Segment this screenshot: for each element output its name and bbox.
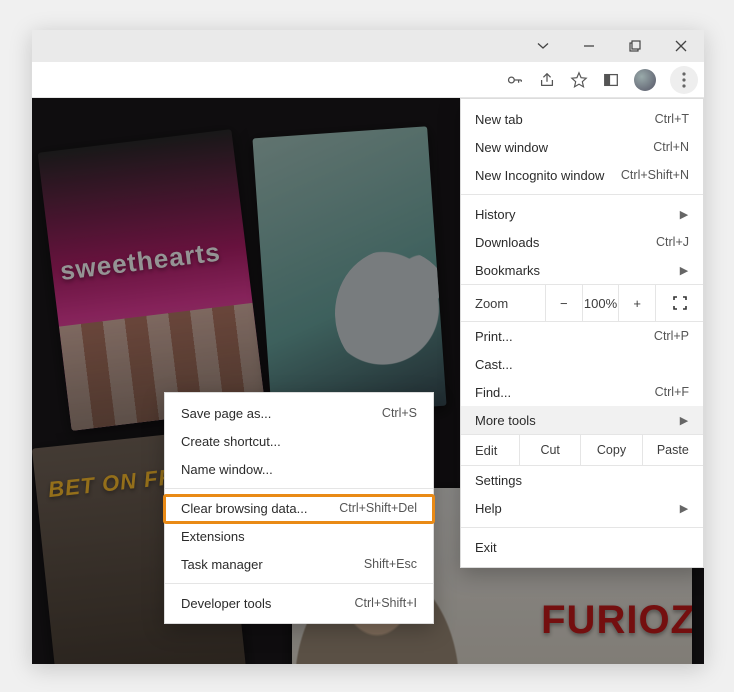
chevron-down-icon bbox=[537, 40, 549, 52]
menu-shortcut: Ctrl+T bbox=[655, 112, 689, 126]
submenu-arrow-icon: ▶ bbox=[679, 502, 689, 515]
fullscreen-button[interactable] bbox=[655, 285, 703, 321]
share-icon[interactable] bbox=[538, 71, 556, 89]
menu-cast[interactable]: Cast... bbox=[461, 350, 703, 378]
menu-zoom-row: Zoom − 100% + bbox=[461, 284, 703, 322]
submenu-clear-data[interactable]: Clear browsing data... Ctrl+Shift+Del bbox=[165, 494, 433, 522]
zoom-in-button[interactable]: + bbox=[618, 285, 655, 321]
menu-label: New tab bbox=[475, 112, 655, 127]
menu-print[interactable]: Print... Ctrl+P bbox=[461, 322, 703, 350]
close-button[interactable] bbox=[658, 30, 704, 62]
zoom-value: 100% bbox=[582, 285, 619, 321]
maximize-button[interactable] bbox=[612, 30, 658, 62]
edit-copy[interactable]: Copy bbox=[580, 435, 641, 465]
zoom-label: Zoom bbox=[461, 296, 545, 311]
key-icon[interactable] bbox=[506, 71, 524, 89]
minimize-icon bbox=[583, 40, 595, 52]
submenu-task-manager[interactable]: Task manager Shift+Esc bbox=[165, 550, 433, 578]
more-icon bbox=[682, 72, 686, 88]
more-tools-submenu: Save page as... Ctrl+S Create shortcut..… bbox=[164, 392, 434, 624]
menu-bookmarks[interactable]: Bookmarks ▶ bbox=[461, 256, 703, 284]
submenu-name-window[interactable]: Name window... bbox=[165, 455, 433, 483]
menu-exit[interactable]: Exit bbox=[461, 533, 703, 561]
menu-find[interactable]: Find... Ctrl+F bbox=[461, 378, 703, 406]
tab-search-button[interactable] bbox=[520, 30, 566, 62]
submenu-arrow-icon: ▶ bbox=[679, 414, 689, 427]
fullscreen-icon bbox=[673, 296, 687, 310]
menu-new-window[interactable]: New window Ctrl+N bbox=[461, 133, 703, 161]
titlebar bbox=[32, 30, 704, 62]
page-content: sweethearts BET ON FR FURIOZ New tab Ctr… bbox=[32, 98, 704, 664]
submenu-arrow-icon: ▶ bbox=[679, 208, 689, 221]
menu-edit-row: Edit Cut Copy Paste bbox=[461, 434, 703, 466]
maximize-icon bbox=[629, 40, 641, 52]
browser-window: sweethearts BET ON FR FURIOZ New tab Ctr… bbox=[32, 30, 704, 664]
edit-paste[interactable]: Paste bbox=[642, 435, 703, 465]
submenu-save-as[interactable]: Save page as... Ctrl+S bbox=[165, 399, 433, 427]
menu-new-tab[interactable]: New tab Ctrl+T bbox=[461, 105, 703, 133]
edit-cut[interactable]: Cut bbox=[519, 435, 580, 465]
star-icon[interactable] bbox=[570, 71, 588, 89]
menu-new-incognito[interactable]: New Incognito window Ctrl+Shift+N bbox=[461, 161, 703, 189]
edit-label: Edit bbox=[461, 443, 519, 458]
more-menu-button[interactable] bbox=[670, 66, 698, 94]
submenu-extensions[interactable]: Extensions bbox=[165, 522, 433, 550]
main-menu: New tab Ctrl+T New window Ctrl+N New Inc… bbox=[460, 98, 704, 568]
submenu-arrow-icon: ▶ bbox=[679, 264, 689, 277]
zoom-out-button[interactable]: − bbox=[545, 285, 582, 321]
minimize-button[interactable] bbox=[566, 30, 612, 62]
close-icon bbox=[675, 40, 687, 52]
menu-history[interactable]: History ▶ bbox=[461, 200, 703, 228]
menu-settings[interactable]: Settings bbox=[461, 466, 703, 494]
menu-help[interactable]: Help ▶ bbox=[461, 494, 703, 522]
menu-more-tools[interactable]: More tools ▶ bbox=[461, 406, 703, 434]
submenu-create-shortcut[interactable]: Create shortcut... bbox=[165, 427, 433, 455]
toolbar bbox=[32, 62, 704, 98]
profile-avatar[interactable] bbox=[634, 69, 656, 91]
sidepanel-icon[interactable] bbox=[602, 71, 620, 89]
menu-downloads[interactable]: Downloads Ctrl+J bbox=[461, 228, 703, 256]
submenu-developer-tools[interactable]: Developer tools Ctrl+Shift+I bbox=[165, 589, 433, 617]
